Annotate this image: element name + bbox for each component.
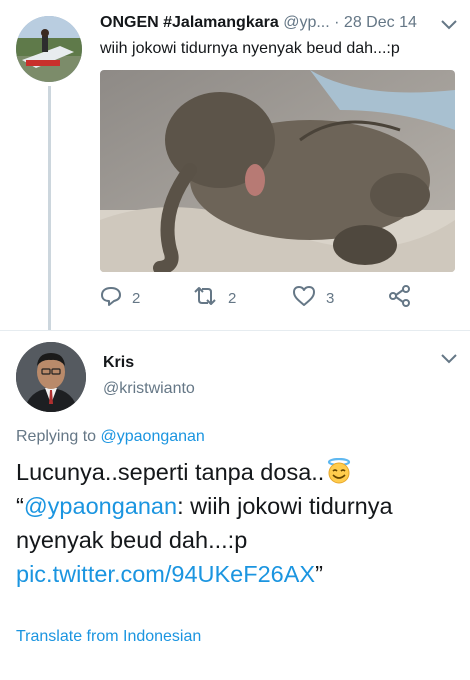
avatar[interactable] (16, 16, 82, 82)
retweet-icon (192, 286, 218, 310)
thread-connector-line (48, 86, 51, 330)
tweet-divider (0, 330, 470, 331)
parent-tweet-header: ONGEN #Jalamangkara @yp... · 28 Dec 14 (100, 14, 430, 32)
quoted-handle-link[interactable]: @ypaonganan (24, 493, 177, 519)
tweet-text: wiih jokowi tidurnya nyenyak beud dah...… (100, 40, 400, 57)
display-name[interactable]: Kris (103, 354, 134, 372)
user-handle[interactable]: @yp... (283, 14, 329, 31)
reply-icon (100, 286, 122, 310)
retweet-action[interactable]: 2 (192, 287, 236, 309)
halo-emoji-icon (324, 457, 354, 484)
like-action[interactable]: 3 (292, 285, 335, 311)
reply-count: 2 (132, 289, 141, 307)
translate-link[interactable]: Translate from Indonesian (16, 628, 201, 646)
chevron-down-icon[interactable] (440, 18, 458, 32)
quote-close: ” (315, 561, 323, 587)
pic-link[interactable]: pic.twitter.com/94UKeF26AX (16, 561, 315, 587)
replying-to-handle-link[interactable]: @ypaonganan (101, 428, 205, 445)
share-icon (388, 285, 412, 311)
avatar[interactable] (16, 342, 86, 412)
tweet-text-line1: Lucunya..seperti tanpa dosa.. (16, 459, 325, 485)
tweet-text: Lucunya..seperti tanpa dosa.. “@ypaongana… (16, 455, 456, 591)
retweet-count: 2 (228, 289, 237, 307)
like-icon (292, 285, 316, 311)
tweet-photo[interactable] (100, 70, 455, 272)
share-action[interactable] (388, 285, 412, 311)
display-name[interactable]: ONGEN #Jalamangkara (100, 14, 279, 31)
like-count: 3 (326, 289, 335, 307)
user-handle[interactable]: @kristwianto (103, 380, 195, 398)
separator-dot: · (334, 14, 340, 31)
chevron-down-icon[interactable] (440, 352, 458, 366)
reply-action[interactable]: 2 (100, 287, 140, 309)
replying-to-prefix: Replying to (16, 428, 101, 445)
quote-open: “ (16, 493, 24, 519)
tweet-date[interactable]: 28 Dec 14 (344, 14, 417, 31)
replying-to-line: Replying to @ypaonganan (16, 428, 205, 446)
